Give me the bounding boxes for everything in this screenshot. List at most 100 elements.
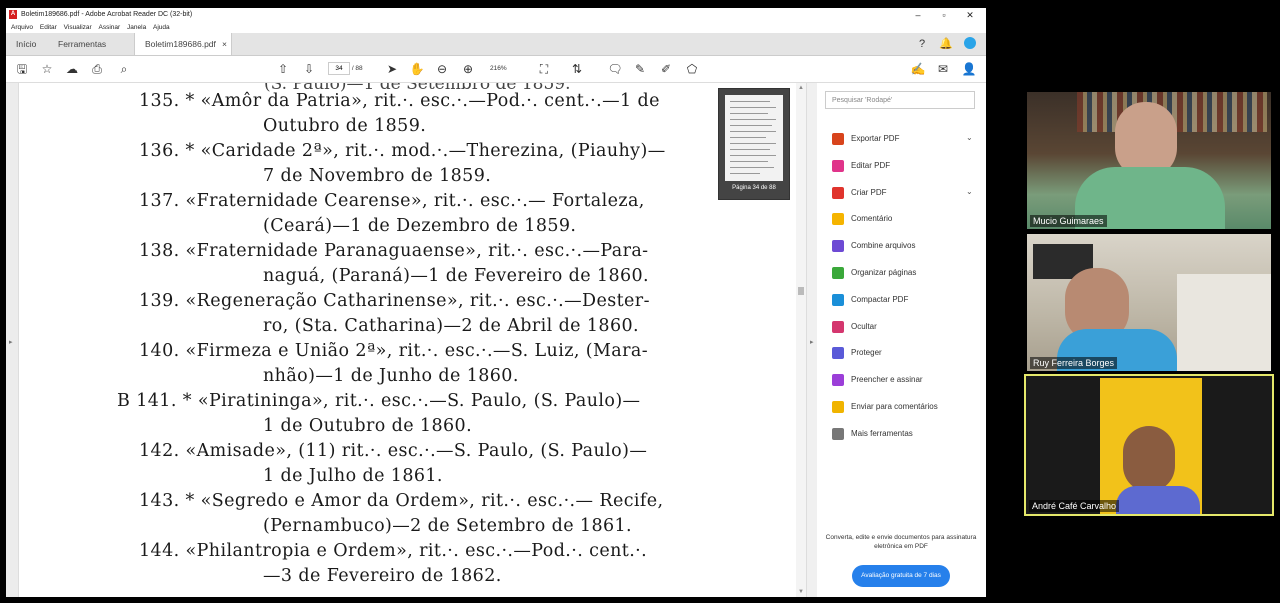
main-toolbar: 🖫 ☆ ☁ ⎙ ⌕ ⇧ ⇩ / 88 ➤ ✋ ⊖ ⊕ 216% ⛶ ⇅ 🗨 ✎ … [6,56,986,83]
maximize-button[interactable]: ▫ [931,8,957,22]
free-trial-button[interactable]: Avaliação gratuita de 7 dias [852,565,950,587]
pdf-page-view[interactable]: (S. Paulo)—1 de Setembro de 1859. 135. *… [19,83,796,597]
minimize-button[interactable]: – [905,8,931,22]
document-line: ro, (Sta. Catharina)—2 de Abril de 1860. [263,316,639,336]
video-tile-mucio[interactable]: Mucio Guimaraes [1027,92,1271,229]
tool-compactar-pdf[interactable]: Compactar PDF [832,293,982,308]
close-window-button[interactable]: ✕ [957,8,983,22]
tab-tools[interactable]: Ferramentas [58,33,106,55]
acrobat-window: A Boletim189686.pdf - Adobe Acrobat Read… [6,8,986,597]
tab-bar: Início Ferramentas Boletim189686.pdf × ?… [6,33,986,56]
share-user-icon[interactable]: 👤 [961,61,977,77]
zoom-level[interactable]: 216% [490,65,507,72]
scrollbar-thumb[interactable] [798,287,804,295]
menu-arquivo[interactable]: Arquivo [11,22,33,33]
tool-combine-arquivos[interactable]: Combine arquivos [832,240,982,254]
chevron-down-icon[interactable]: ⌄ [966,187,973,196]
sign-icon[interactable]: ✍ [910,61,926,77]
tool-mais-ferramentas[interactable]: Mais ferramentas [832,427,982,442]
tab-home[interactable]: Início [16,33,36,55]
chevron-down-icon[interactable]: ⌄ [966,133,973,142]
tool-preencher-e-assinar[interactable]: Preencher e assinar [832,374,982,388]
highlight-pen-icon[interactable]: ✎ [632,61,648,77]
expand-left-panel-icon[interactable]: ▸ [9,338,13,346]
upload-cloud-icon[interactable]: ☁ [64,61,80,77]
export-pdf-icon [832,133,844,145]
menu-assinar[interactable]: Assinar [99,22,121,33]
tool-coment-rio[interactable]: Comentário [832,213,982,227]
send-review-icon [832,401,844,413]
tool-label: Ocultar [851,321,877,331]
menu-janela[interactable]: Janela [127,22,146,33]
organize-pages-icon [832,267,844,279]
tab-document-label: Boletim189686.pdf [145,39,216,49]
help-icon[interactable]: ? [915,37,929,51]
scroll-up-icon[interactable]: ▲ [798,85,804,91]
page-navigator: / 88 [328,62,363,75]
account-avatar-icon[interactable] [963,37,977,51]
page-up-icon[interactable]: ⇧ [275,61,291,77]
notification-bell-icon[interactable]: 🔔 [939,37,953,51]
menu-visualizar[interactable]: Visualizar [64,22,92,33]
fit-page-icon[interactable]: ⛶ [536,61,552,77]
create-pdf-icon [832,186,844,199]
select-cursor-icon[interactable]: ➤ [384,61,400,77]
scroll-mode-icon[interactable]: ⇅ [569,61,585,77]
left-nav-strip[interactable]: ▸ [6,83,19,597]
edit-pdf-icon [832,159,844,172]
print-icon[interactable]: ⎙ [89,61,105,77]
tool-ocultar[interactable]: Ocultar [832,320,982,335]
tool-enviar-para-coment-rios[interactable]: Enviar para comentários [832,401,982,415]
stamp-tool-icon[interactable]: ⬠ [684,61,700,77]
document-line: 7 de Novembro de 1859. [263,166,492,186]
hand-tool-icon[interactable]: ✋ [409,61,425,77]
zoom-in-icon[interactable]: ⊕ [460,61,476,77]
current-page-input[interactable] [328,62,350,75]
tab-close-icon[interactable]: × [222,33,227,55]
bookmark-star-icon[interactable]: ☆ [39,61,55,77]
thumbnail-page-label: Página 34 de 88 [732,185,776,191]
total-pages: / 88 [351,65,363,72]
zoom-out-icon[interactable]: ⊖ [434,61,450,77]
tool-criar-pdf[interactable]: Criar PDF ⌄ [832,186,982,201]
thumbnail-page-image [725,95,783,181]
draw-tool-icon[interactable]: ✐ [658,61,674,77]
comment-tool-icon[interactable]: 🗨 [607,61,623,77]
combine-files-icon [832,240,844,253]
page-down-icon[interactable]: ⇩ [301,61,317,77]
save-icon[interactable]: 🖫 [14,61,30,77]
document-line: Outubro de 1859. [263,116,427,136]
document-line: 1 de Outubro de 1860. [263,416,473,436]
more-tools-icon [832,427,844,440]
tool-label: Criar PDF [851,187,887,197]
background-cabinet [1177,274,1271,371]
comment-icon [832,213,844,226]
video-tile-ruy[interactable]: Ruy Ferreira Borges [1027,234,1271,371]
tool-label: Proteger [851,348,882,358]
tool-label: Preencher e assinar [851,375,923,385]
tool-label: Comentário [851,214,893,224]
tool-proteger[interactable]: Proteger [832,347,982,361]
participant-shirt [1116,486,1200,514]
menu-editar[interactable]: Editar [40,22,57,33]
tool-label: Organizar páginas [851,268,917,277]
menu-bar: Arquivo Editar Visualizar Assinar Janela… [6,22,986,33]
scroll-down-icon[interactable]: ▼ [798,589,804,595]
tab-document[interactable]: Boletim189686.pdf × [134,33,232,55]
collapse-right-panel-icon[interactable]: ▸ [810,338,814,346]
tool-organizar-p-ginas[interactable]: Organizar páginas [832,267,982,281]
email-icon[interactable]: ✉ [935,61,951,77]
tool-label: Enviar para comentários [851,402,938,411]
tool-exportar-pdf[interactable]: Exportar PDF ⌄ [832,133,982,147]
window-title: Boletim189686.pdf - Adobe Acrobat Reader… [21,11,193,18]
menu-ajuda[interactable]: Ajuda [153,22,170,33]
document-line: nhão)—1 de Junho de 1860. [263,366,519,386]
video-tile-andre[interactable]: André Café Carvalho [1024,374,1274,516]
participant-name: Ruy Ferreira Borges [1030,357,1118,369]
document-line: (Pernambuco)—2 de Setembro de 1861. [263,516,633,536]
search-icon[interactable]: ⌕ [116,61,132,77]
tool-editar-pdf[interactable]: Editar PDF [832,159,982,174]
tools-search-input[interactable]: Pesquisar 'Rodapé' [825,91,975,109]
vertical-scrollbar[interactable]: ▲ ▼ [796,83,806,597]
fill-sign-icon [832,374,844,387]
